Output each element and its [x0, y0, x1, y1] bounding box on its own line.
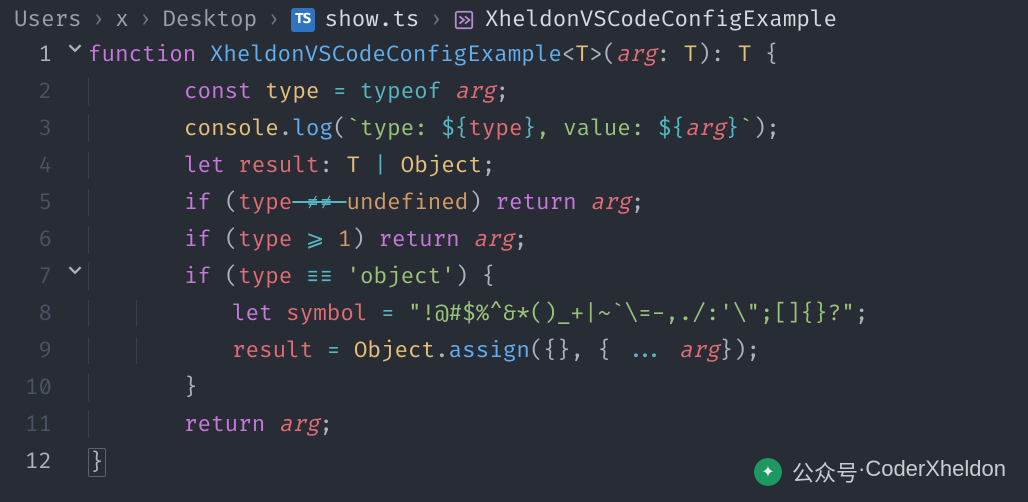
code-line: 5 if (type ≠≠ undefined) return arg;	[0, 189, 1028, 226]
line-number: 11	[0, 411, 62, 438]
code-line: 6 if (type ⩾ 1) return arg;	[0, 226, 1028, 263]
chevron-right-icon: ›	[429, 6, 443, 33]
line-number: 12	[0, 448, 62, 475]
function-name: XheldonVSCodeConfigExample	[210, 41, 562, 68]
fold-toggle[interactable]	[62, 263, 88, 277]
line-number: 4	[0, 152, 62, 179]
chevron-right-icon: ›	[92, 6, 106, 33]
line-number: 10	[0, 374, 62, 401]
crumb-users[interactable]: Users	[14, 6, 82, 33]
code-line: 11 return arg;	[0, 411, 1028, 448]
code-line: 9 result = Object.assign({}, { ... arg})…	[0, 337, 1028, 374]
code-line: 10 }	[0, 374, 1028, 411]
line-number: 3	[0, 115, 62, 142]
crumb-x[interactable]: x	[115, 6, 129, 33]
breadcrumb: Users › x › Desktop › TS show.ts › Xheld…	[0, 0, 1028, 41]
line-number: 9	[0, 337, 62, 364]
chevron-right-icon: ›	[139, 6, 153, 33]
crumb-file[interactable]: show.ts	[325, 6, 420, 33]
code-line: 7 if (type ≡≡ 'object') {	[0, 263, 1028, 300]
code-editor[interactable]: 1 function XheldonVSCodeConfigExample<T>…	[0, 41, 1028, 485]
chevron-right-icon: ›	[267, 6, 281, 33]
code-line: 1 function XheldonVSCodeConfigExample<T>…	[0, 41, 1028, 78]
fold-toggle[interactable]	[62, 41, 88, 55]
code-line: 4 let result: T | Object;	[0, 152, 1028, 189]
wechat-icon: ✦	[754, 458, 782, 486]
keyword: function	[88, 41, 196, 68]
code-line: 3 console.log(`type: ${type}, value: ${a…	[0, 115, 1028, 152]
line-number: 8	[0, 300, 62, 327]
line-number: 6	[0, 226, 62, 253]
watermark: ✦ 公众号 · CoderXheldon	[754, 456, 1006, 488]
crumb-desktop[interactable]: Desktop	[162, 6, 257, 33]
matched-bracket: }	[88, 448, 106, 477]
crumb-symbol[interactable]: XheldonVSCodeConfigExample	[485, 6, 837, 33]
code-line: 2 const type = typeof arg;	[0, 78, 1028, 115]
line-number: 5	[0, 189, 62, 216]
code-line: 8 let symbol = "!@#$%^&*()_+|~`\=-,./:'\…	[0, 300, 1028, 337]
watermark-label: 公众号	[792, 456, 858, 488]
line-number: 2	[0, 78, 62, 105]
line-number: 7	[0, 263, 62, 290]
symbol-function-icon	[453, 9, 475, 31]
line-number: 1	[0, 41, 62, 68]
watermark-name: CoderXheldon	[865, 456, 1006, 488]
typescript-file-icon: TS	[291, 8, 315, 32]
